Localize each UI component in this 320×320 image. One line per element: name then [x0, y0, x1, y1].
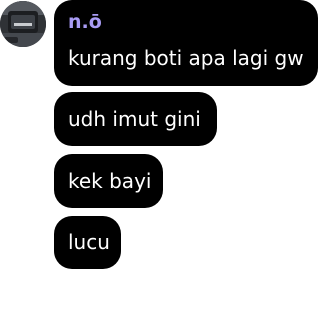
avatar-photo-icon	[0, 1, 46, 47]
message-text-3: kek bayi	[68, 169, 152, 193]
sender-name[interactable]: n.ō	[68, 10, 102, 34]
message-bubble-2[interactable]: udh imut gini	[54, 92, 217, 146]
message-text-2: udh imut gini	[68, 107, 201, 131]
message-text-1: kurang boti apa lagi gw	[68, 46, 304, 70]
message-text-4: lucu	[68, 230, 110, 254]
message-bubble-4[interactable]: lucu	[54, 216, 121, 269]
message-bubble-3[interactable]: kek bayi	[54, 154, 163, 208]
sender-avatar[interactable]	[0, 1, 46, 47]
message-bubble-1[interactable]: n.ō kurang boti apa lagi gw	[54, 0, 318, 86]
